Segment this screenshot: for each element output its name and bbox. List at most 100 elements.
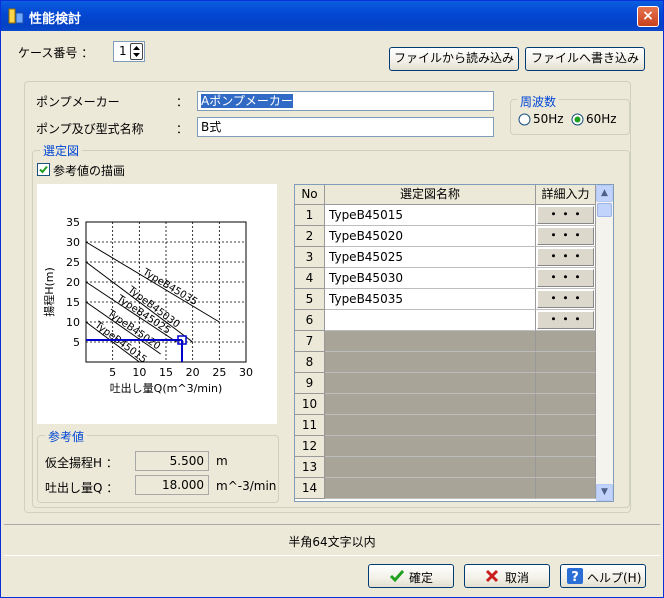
row-number: 7 xyxy=(295,331,325,352)
colon: ： xyxy=(176,95,189,109)
close-button[interactable]: × xyxy=(637,6,659,27)
detail-input-button[interactable]: ・・・ xyxy=(537,269,594,287)
write-file-button[interactable]: ファイルへ書き込み xyxy=(525,47,645,71)
y-tick-label: 20 xyxy=(66,276,80,289)
name-cell xyxy=(325,457,536,478)
name-cell[interactable]: TypeB45015 xyxy=(325,205,536,226)
detail-cell: ・・・ xyxy=(536,310,596,331)
table-scrollbar[interactable]: ▲ ▼ xyxy=(596,185,613,501)
name-cell xyxy=(325,331,536,352)
case-number-value: 1 xyxy=(119,44,127,58)
scroll-thumb[interactable] xyxy=(597,203,612,217)
name-cell xyxy=(325,352,536,373)
flow-label: 吐出し量Q ： xyxy=(45,481,119,495)
status-bar: 半角64文字以内 xyxy=(4,524,660,556)
cross-icon xyxy=(485,569,499,583)
radio-60hz[interactable]: 60Hz xyxy=(571,112,625,128)
pump-maker-value: Aポンプメーカー xyxy=(201,94,293,108)
detail-cell: ・・・ xyxy=(536,226,596,247)
reference-title: 参考値 xyxy=(45,428,88,445)
help-button[interactable]: ? ヘルプ(H) xyxy=(560,564,646,588)
selection-title: 選定図 xyxy=(40,142,83,159)
head-unit: m xyxy=(216,454,228,468)
x-tick-label: 10 xyxy=(132,366,146,379)
detail-cell xyxy=(536,394,596,415)
y-tick-label: 15 xyxy=(66,296,80,309)
scroll-up-icon[interactable]: ▲ xyxy=(596,185,613,202)
col-header-detail: 詳細入力 xyxy=(536,185,596,205)
help-icon: ? xyxy=(567,568,583,585)
row-number: 9 xyxy=(295,373,325,394)
row-number: 13 xyxy=(295,457,325,478)
y-tick-label: 25 xyxy=(66,256,80,269)
title-bar[interactable]: 性能検討 × xyxy=(1,1,663,31)
name-cell[interactable]: TypeB45035 xyxy=(325,289,536,310)
scroll-down-icon[interactable]: ▼ xyxy=(596,484,613,501)
spinner-arrows-icon[interactable] xyxy=(130,43,143,60)
x-tick-label: 20 xyxy=(186,366,200,379)
detail-cell: ・・・ xyxy=(536,268,596,289)
app-icon xyxy=(8,8,24,24)
x-axis-label: 吐出し量Q(m^3/min) xyxy=(110,381,223,395)
check-icon xyxy=(389,570,405,583)
detail-cell: ・・・ xyxy=(536,205,596,226)
help-label: ヘルプ(H) xyxy=(587,571,642,585)
radio-50hz-label: 50Hz xyxy=(533,112,564,126)
name-cell xyxy=(325,373,536,394)
name-cell[interactable]: TypeB45020 xyxy=(325,226,536,247)
head-label: 仮全揚程H ： xyxy=(45,456,118,470)
col-header-no: No xyxy=(295,185,325,205)
case-number-spinner[interactable]: 1 xyxy=(113,41,145,62)
pump-maker-input[interactable]: Aポンプメーカー xyxy=(197,91,494,111)
row-number: 10 xyxy=(295,394,325,415)
flow-unit: m^-3/min xyxy=(216,479,277,493)
detail-cell: ・・・ xyxy=(536,289,596,310)
detail-input-button[interactable]: ・・・ xyxy=(537,311,594,329)
dialog-body: ケース番号 ： 1 ファイルから読み込み ファイルへ書き込み ポンプメーカー ：… xyxy=(4,31,660,595)
pump-maker-label: ポンプメーカー xyxy=(36,95,120,109)
frequency-title: 周波数 xyxy=(517,93,560,110)
read-file-button[interactable]: ファイルから読み込み xyxy=(389,47,519,71)
radio-selected-icon xyxy=(571,113,584,126)
y-tick-label: 35 xyxy=(66,216,80,229)
pump-model-input[interactable]: B式 xyxy=(197,117,494,137)
row-number: 1 xyxy=(295,205,325,226)
detail-input-button[interactable]: ・・・ xyxy=(537,248,594,266)
detail-cell xyxy=(536,478,596,499)
y-tick-label: 5 xyxy=(73,336,80,349)
ok-label: 確定 xyxy=(409,571,434,585)
row-number: 4 xyxy=(295,268,325,289)
cancel-button[interactable]: 取消 xyxy=(464,564,550,588)
name-cell xyxy=(325,436,536,457)
selection-chart: 5 10 15 20 25 30 5 10 15 20 25 30 35 TypeB45035 TypeB4… xyxy=(37,184,277,424)
case-number-label: ケース番号 ： xyxy=(18,46,94,60)
x-tick-label: 30 xyxy=(239,366,253,379)
svg-text:?: ? xyxy=(571,570,579,585)
detail-cell xyxy=(536,373,596,394)
flow-value-field: 18.000 xyxy=(135,475,209,495)
detail-cell xyxy=(536,457,596,478)
dialog-window: 性能検討 × ケース番号 ： 1 ファイルから読み込み ファイルへ書き込み ポン… xyxy=(0,0,664,598)
name-cell[interactable] xyxy=(325,310,536,331)
detail-input-button[interactable]: ・・・ xyxy=(537,206,594,224)
x-tick-label: 5 xyxy=(109,366,116,379)
radio-60hz-label: 60Hz xyxy=(586,112,617,126)
chart-svg: 5 10 15 20 25 305101520253035TypeB45035TypeB4… xyxy=(43,216,253,395)
detail-input-button[interactable]: ・・・ xyxy=(537,227,594,245)
y-tick-label: 10 xyxy=(66,316,80,329)
detail-cell xyxy=(536,415,596,436)
name-cell[interactable]: TypeB45030 xyxy=(325,268,536,289)
name-cell[interactable]: TypeB45025 xyxy=(325,247,536,268)
cancel-label: 取消 xyxy=(505,571,530,585)
detail-input-button[interactable]: ・・・ xyxy=(537,290,594,308)
row-number: 14 xyxy=(295,478,325,499)
reference-checkbox[interactable]: 参考値の描画 xyxy=(37,162,147,178)
row-number: 6 xyxy=(295,310,325,331)
colon: ： xyxy=(176,122,189,136)
ok-button[interactable]: 確定 xyxy=(368,564,454,588)
x-tick-label: 25 xyxy=(212,366,226,379)
y-axis-label: 揚程H(m) xyxy=(43,267,56,317)
radio-unselected-icon xyxy=(518,113,531,126)
selection-table[interactable]: No 選定図名称 詳細入力 1 TypeB45015 ・・・ 2 TypeB45020 ・… xyxy=(294,184,614,502)
radio-50hz[interactable]: 50Hz xyxy=(518,112,568,128)
